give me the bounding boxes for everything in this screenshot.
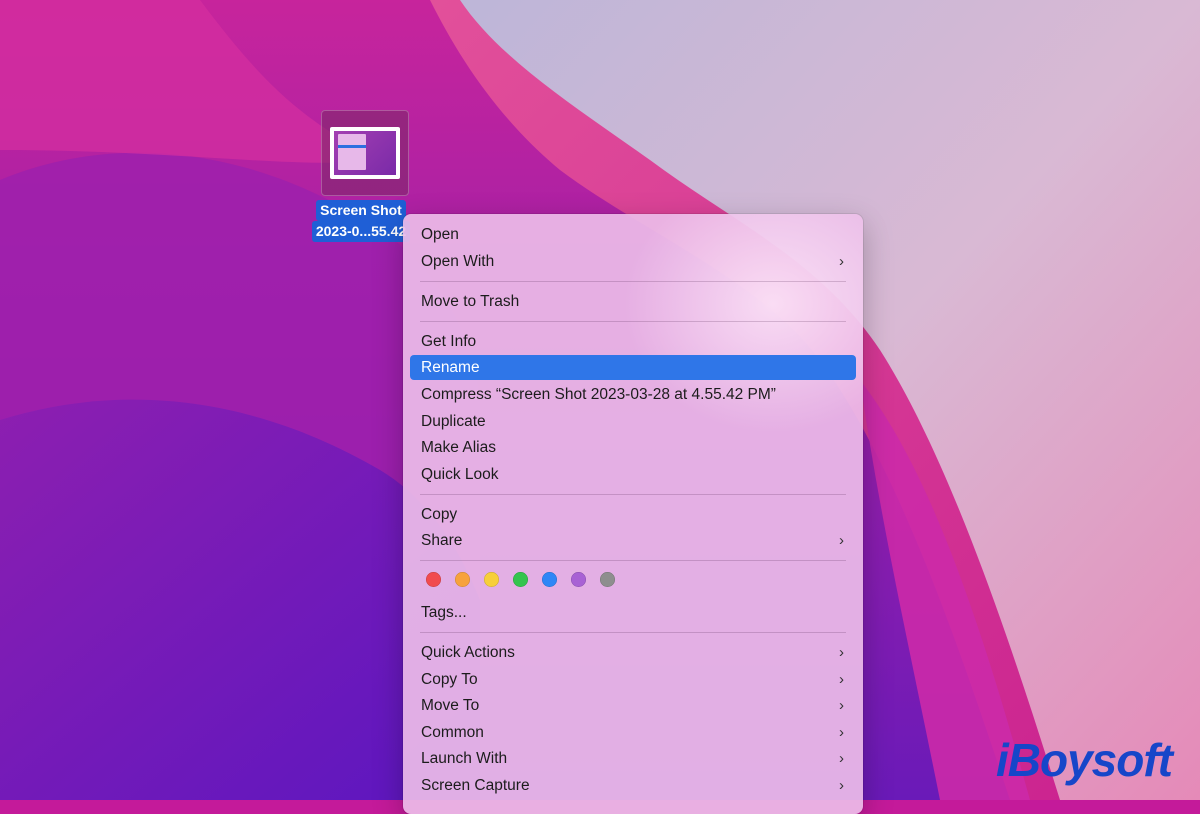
menu-item-screen-capture[interactable]: Screen Capture › bbox=[410, 773, 856, 798]
menu-item-rename[interactable]: Rename bbox=[410, 355, 856, 380]
menu-separator bbox=[420, 494, 846, 495]
file-label-line2: 2023-0...55.42 bbox=[311, 221, 411, 242]
chevron-right-icon: › bbox=[839, 750, 844, 767]
menu-item-tags[interactable]: Tags... bbox=[410, 600, 856, 625]
tag-blue-dot[interactable] bbox=[542, 572, 557, 587]
chevron-right-icon: › bbox=[839, 777, 844, 794]
menu-item-share[interactable]: Share › bbox=[410, 528, 856, 553]
menu-item-launch-with[interactable]: Launch With › bbox=[410, 746, 856, 771]
tag-green-dot[interactable] bbox=[513, 572, 528, 587]
tag-purple-dot[interactable] bbox=[571, 572, 586, 587]
menu-item-open[interactable]: Open bbox=[410, 222, 856, 247]
menu-item-open-with[interactable]: Open With › bbox=[410, 249, 856, 274]
screenshot-thumbnail bbox=[330, 127, 400, 179]
tag-red-dot[interactable] bbox=[426, 572, 441, 587]
menu-separator bbox=[420, 321, 846, 322]
chevron-right-icon: › bbox=[839, 532, 844, 549]
menu-separator bbox=[420, 560, 846, 561]
menu-separator bbox=[420, 632, 846, 633]
menu-item-get-info[interactable]: Get Info bbox=[410, 329, 856, 354]
iboysoft-watermark-logo: iBoysoft bbox=[996, 734, 1173, 786]
menu-item-duplicate[interactable]: Duplicate bbox=[410, 409, 856, 434]
chevron-right-icon: › bbox=[839, 724, 844, 741]
menu-item-copy-to[interactable]: Copy To › bbox=[410, 667, 856, 692]
menu-item-common[interactable]: Common › bbox=[410, 720, 856, 745]
context-menu: Open Open With › Move to Trash Get Info R… bbox=[403, 214, 863, 814]
chevron-right-icon: › bbox=[839, 697, 844, 714]
menu-item-copy[interactable]: Copy bbox=[410, 502, 856, 527]
screenshot-file-icon[interactable] bbox=[321, 110, 409, 196]
menu-item-move-to[interactable]: Move To › bbox=[410, 693, 856, 718]
menu-item-make-alias[interactable]: Make Alias bbox=[410, 435, 856, 460]
tag-orange-dot[interactable] bbox=[455, 572, 470, 587]
tag-gray-dot[interactable] bbox=[600, 572, 615, 587]
chevron-right-icon: › bbox=[839, 671, 844, 688]
tag-yellow-dot[interactable] bbox=[484, 572, 499, 587]
menu-item-quick-actions[interactable]: Quick Actions › bbox=[410, 640, 856, 665]
menu-item-move-to-trash[interactable]: Move to Trash bbox=[410, 289, 856, 314]
chevron-right-icon: › bbox=[839, 644, 844, 661]
menu-item-quick-look[interactable]: Quick Look bbox=[410, 462, 856, 487]
menu-separator bbox=[420, 281, 846, 282]
chevron-right-icon: › bbox=[839, 253, 844, 270]
menu-item-compress[interactable]: Compress “Screen Shot 2023-03-28 at 4.55… bbox=[410, 382, 856, 407]
file-label-line1: Screen Shot bbox=[316, 200, 406, 221]
